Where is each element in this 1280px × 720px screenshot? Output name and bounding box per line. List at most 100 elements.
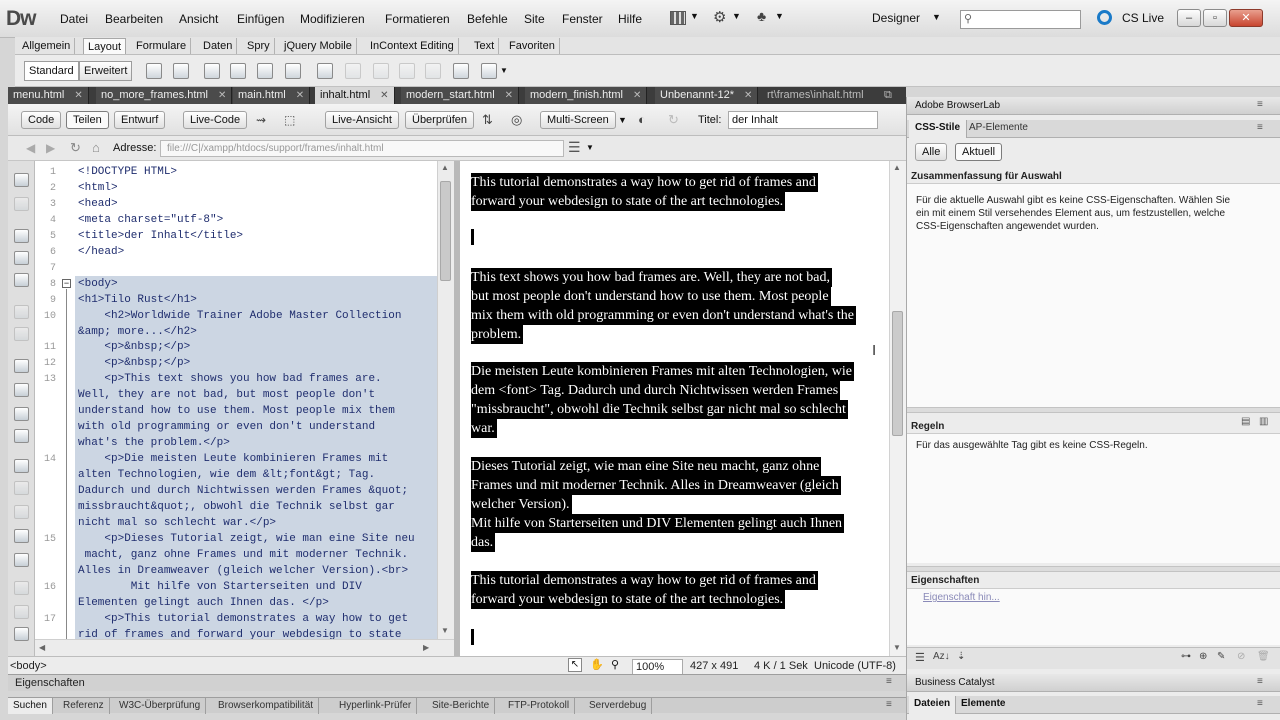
css-current-button[interactable]: Aktuell [955,143,1003,161]
menu-befehle[interactable]: Befehle [467,12,508,26]
file-management-icon[interactable]: ⇅ [482,112,493,128]
paragraph-text[interactable]: Dieses Tutorial zeigt, wie man eine Site… [471,457,822,476]
gear-icon[interactable]: ⚙ [713,8,726,26]
tab-serverdebug[interactable]: Serverdebug [584,698,653,714]
tab-allgemein[interactable]: Allgemein [18,38,76,54]
menu-ansicht[interactable]: Ansicht [179,12,218,26]
panel-divider[interactable] [907,407,1280,413]
chevron-down-icon[interactable]: ▼ [586,143,594,152]
split-view-button[interactable]: Teilen [66,111,109,129]
menu-site[interactable]: Site [524,12,545,26]
format-source-icon[interactable] [14,627,29,641]
scroll-up-icon[interactable]: ▲ [441,163,449,172]
div-icon[interactable] [146,63,162,79]
chevron-down-icon[interactable]: ▼ [618,115,627,125]
help-search-input[interactable]: ⚲ [960,10,1081,29]
paragraph-text[interactable]: das. [471,533,496,552]
collapse-toggle-icon[interactable]: − [62,279,71,288]
spry-tabs-icon[interactable] [257,63,273,79]
tab-formulare[interactable]: Formulare [132,38,192,54]
chevron-down-icon[interactable]: ▼ [932,12,941,22]
site-icon[interactable]: ♣ [757,8,766,24]
business-catalyst-panel[interactable]: Business Catalyst ≡ [907,674,1280,692]
menu-datei[interactable]: Datei [60,12,88,26]
tab-spry[interactable]: Spry [243,38,275,54]
chevron-down-icon[interactable]: ▼ [732,11,741,21]
apply-comment-icon[interactable] [14,459,29,473]
close-icon[interactable]: ✕ [744,90,752,101]
paragraph-text[interactable]: Die meisten Leute kombinieren Frames mit… [471,362,854,381]
line-numbers-icon[interactable] [14,359,29,373]
live-view-button[interactable]: Live-Ansicht [325,111,399,129]
restore-icon[interactable]: ⧉ [884,89,892,102]
menu-bearbeiten[interactable]: Bearbeiten [105,12,163,26]
doc-tab-inhalt[interactable]: inhalt.html ✕ [315,87,395,104]
paragraph-text[interactable]: "missbraucht", obwohl die Technik selbst… [471,400,848,419]
new-rule-icon[interactable]: ⊕ [1199,651,1207,662]
tab-incontext-editing[interactable]: InContext Editing [366,38,459,54]
menu-modifizieren[interactable]: Modifizieren [300,12,365,26]
menu-hilfe[interactable]: Hilfe [618,12,642,26]
doc-tab-modern-finish[interactable]: modern_finish.html ✕ [525,87,648,104]
tab-w3c[interactable]: W3C-Überprüfung [114,698,207,714]
tab-favoriten[interactable]: Favoriten [505,38,560,54]
collapse-selection-icon[interactable] [14,251,29,265]
menu-formatieren[interactable]: Formatieren [385,12,450,26]
chevron-down-icon[interactable]: ▼ [690,11,699,21]
maximize-button[interactable]: ▫ [1203,9,1227,27]
address-input[interactable]: file:///C|/xampp/htdocs/support/frames/i… [160,140,564,157]
scroll-down-icon[interactable]: ▼ [893,643,901,652]
doc-tab-unbenannt[interactable]: Unbenannt-12* ✕ [655,87,759,104]
multiscreen-button[interactable]: Multi-Screen [540,111,616,129]
menu-fenster[interactable]: Fenster [562,12,603,26]
paragraph-text[interactable]: forward your webdesign to state of the a… [471,590,786,609]
cs-live-button[interactable]: CS Live [1122,11,1164,25]
zoom-tool-icon[interactable]: ⚲ [611,658,619,671]
code-view-button[interactable]: Code [21,111,62,129]
tab-daten[interactable]: Daten [199,38,238,54]
table-icon[interactable] [317,63,333,79]
select-tool-icon[interactable]: ↖ [568,658,582,672]
minimize-button[interactable]: – [1177,9,1201,27]
document-title-input[interactable]: der Inhalt [728,111,878,129]
expand-all-icon[interactable] [14,273,29,287]
close-icon[interactable]: ✕ [633,90,641,101]
tab-elemente[interactable]: Elemente [961,698,1005,709]
doc-tab-menu[interactable]: menu.html ✕ [8,87,89,104]
scroll-right-icon[interactable]: ▶ [423,643,429,652]
paragraph-text[interactable]: war. [471,419,497,438]
syntax-coloring-icon[interactable] [14,407,29,421]
collapse-tag-icon[interactable] [14,229,29,243]
panel-menu-icon[interactable]: ≡ [1257,676,1263,687]
browser-preview-icon[interactable]: ◎ [511,112,522,128]
extended-mode-button[interactable]: Erweitert [79,61,133,81]
scroll-thumb[interactable] [892,311,903,436]
hand-tool-icon[interactable]: ✋ [590,658,604,671]
paragraph-text[interactable]: This tutorial demonstrates a way how to … [471,571,818,590]
frames-icon[interactable] [481,63,497,79]
tab-css-stile[interactable]: CSS-Stile [909,120,968,138]
close-icon[interactable]: ✕ [296,90,304,101]
paragraph-text[interactable]: dem <font> Tag. Dadurch und durch Nichtw… [471,381,841,400]
paragraph-text[interactable]: Frames und mit moderner Technik. Alles i… [471,476,841,495]
properties-panel[interactable]: Eigenschaften ≡ [8,674,906,691]
browse-options-icon[interactable]: ☰ [568,139,581,156]
tag-selector[interactable]: <body> [10,659,47,673]
live-code-button[interactable]: Live-Code [183,111,248,129]
paragraph-text[interactable]: This text shows you how bad frames are. … [471,268,833,287]
tab-ftp-protokoll[interactable]: FTP-Protokoll [503,698,576,714]
inspect-button[interactable]: Überprüfen [405,111,475,129]
close-icon[interactable]: ✕ [74,90,82,101]
tab-hyperlink-pruefer[interactable]: Hyperlink-Prüfer [334,698,418,714]
recent-snippets-icon[interactable] [14,529,29,543]
alpha-view-icon[interactable]: Az↓ [933,651,950,662]
doc-tab-no-more-frames[interactable]: no_more_frames.html ✕ [96,87,233,104]
paragraph-text[interactable]: This tutorial demonstrates a way how to … [471,173,818,192]
rules-view-icon[interactable]: ▤ [1241,416,1250,427]
code-vertical-scrollbar[interactable]: ▲ ▼ [437,161,454,639]
browserlab-panel[interactable]: Adobe BrowserLab ≡ [907,97,1280,115]
tab-text[interactable]: Text [470,38,500,54]
tab-layout[interactable]: Layout [83,38,127,54]
css-all-button[interactable]: Alle [915,143,948,161]
cslive-icon[interactable] [1097,10,1112,25]
